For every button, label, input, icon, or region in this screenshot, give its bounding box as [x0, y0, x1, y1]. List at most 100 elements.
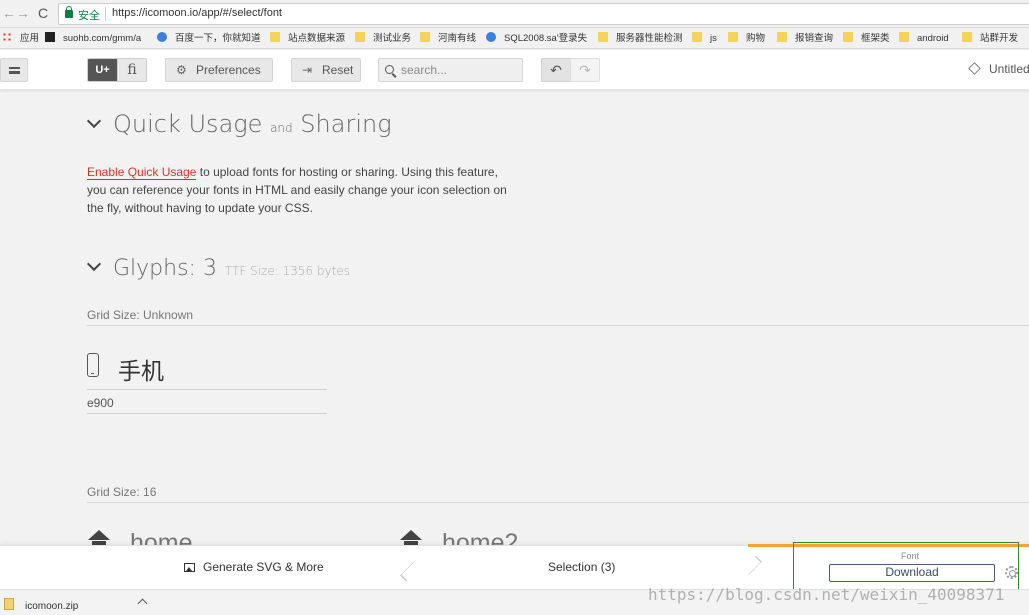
quick-usage-title-a: Quick Usage: [113, 110, 263, 138]
main-menu-button[interactable]: [0, 58, 28, 82]
bookmark-folder-5[interactable]: js: [692, 31, 717, 46]
preferences-label: Preferences: [196, 63, 261, 77]
main-content: Quick Usage and Sharing Enable Quick Usa…: [0, 91, 1029, 545]
reset-button[interactable]: ⇥ Reset: [291, 58, 361, 82]
folder-icon: [843, 32, 853, 42]
project-name: Untitled: [989, 62, 1029, 76]
folder-icon: [728, 32, 738, 42]
bookmark-label: 河南有线: [438, 33, 477, 44]
paw-icon: [157, 32, 167, 42]
bookmark-label: 框架类: [861, 33, 890, 44]
ligature-mode-button[interactable]: fi: [117, 58, 147, 82]
grid-divider: [87, 502, 1029, 503]
bookmark-label: 站群开发: [980, 33, 1019, 44]
gear-icon: ⚙: [176, 63, 187, 77]
chevron-right-icon[interactable]: [745, 554, 759, 582]
mobile-phone-icon: [87, 353, 99, 377]
bottom-bar: Generate SVG & More Selection (3) Font D…: [0, 542, 1029, 604]
search-icon: [385, 65, 394, 74]
bookmark-folder-3[interactable]: 河南有线: [420, 31, 476, 46]
chevron-up-icon[interactable]: [137, 598, 148, 609]
generate-label: Generate SVG & More: [203, 560, 324, 574]
bookmark-folder-9[interactable]: android: [899, 31, 949, 46]
bookmarks-bar: 应用 suohb.com/gmm/a 百度一下，你就知道 站点数据来源 测试业务…: [0, 28, 1029, 49]
unicode-mode-button[interactable]: U+: [87, 58, 118, 82]
generate-svg-button[interactable]: Generate SVG & More: [184, 560, 324, 574]
chevron-down-icon: [86, 256, 102, 272]
glyph-code[interactable]: e900: [87, 396, 114, 410]
quick-usage-title-b: Sharing: [300, 110, 392, 138]
secure-label: 安全: [78, 10, 100, 22]
glyphs-header[interactable]: Glyphs: 3 TTF Size: 1356 bytes: [86, 256, 351, 281]
bookmark-folder-2[interactable]: 测试业务: [355, 31, 411, 46]
bookmark-label: 报销查询: [795, 33, 834, 44]
glyph-divider: [87, 413, 327, 414]
bookmark-label: 测试业务: [373, 33, 412, 44]
reset-label: Reset: [322, 63, 354, 77]
bookmark-label: android: [917, 33, 949, 44]
project-menu[interactable]: Untitled: [968, 62, 1029, 76]
ttf-size: TTF Size: 1356 bytes: [224, 264, 351, 278]
bookmark-folder-7[interactable]: 报销查询: [777, 31, 833, 46]
zip-file-icon: [4, 598, 14, 610]
grid-size-label: Grid Size: 16: [87, 485, 157, 499]
lock-icon: [65, 6, 73, 18]
quick-usage-description: Enable Quick Usage to upload fonts for h…: [87, 163, 517, 217]
glyphs-title: Glyphs: 3: [113, 256, 217, 281]
folder-icon: [692, 32, 702, 42]
chevron-down-icon: [86, 113, 102, 129]
enable-quick-usage-link[interactable]: Enable Quick Usage: [87, 165, 197, 180]
address-bar: ← → C 安全 https://icomoon.io/app/#/select…: [0, 0, 1029, 28]
preferences-button[interactable]: ⚙ Preferences: [165, 58, 273, 82]
bookmark-sql[interactable]: SQL2008.sa'登录失: [486, 31, 587, 46]
bookmark-label: 服务器性能检测: [616, 33, 683, 44]
search-input[interactable]: [401, 61, 519, 79]
bookmark-label: js: [710, 33, 717, 44]
redo-button[interactable]: ↷: [570, 58, 600, 82]
folder-icon: [899, 32, 909, 42]
layers-icon: [968, 62, 981, 75]
folder-icon: [355, 32, 365, 42]
bookmark-folder-10[interactable]: 站群开发: [962, 31, 1018, 46]
bookmark-label: 百度一下，你就知道: [175, 33, 261, 44]
quick-usage-title-and: and: [270, 121, 293, 135]
selection-button[interactable]: Selection (3): [548, 560, 615, 574]
folder-icon: [777, 32, 787, 42]
folder-icon: [962, 32, 972, 42]
grid-divider: [87, 325, 1029, 326]
watermark: https://blog.csdn.net/weixin_40098371: [648, 585, 1005, 604]
bookmark-apps[interactable]: 应用: [2, 31, 39, 46]
site-icon: [45, 32, 55, 42]
folder-icon: [270, 32, 280, 42]
glyph-name: home: [130, 529, 193, 545]
bookmark-folder-1[interactable]: 站点数据来源: [270, 31, 345, 46]
glyph-divider: [87, 389, 327, 390]
app-toolbar: U+ fi ⚙ Preferences ⇥ Reset ↶ ↷ Untitled: [0, 50, 1029, 90]
url-divider: [105, 7, 106, 21]
forward-button[interactable]: →: [14, 4, 32, 22]
image-icon: [184, 563, 195, 572]
glyph-name: home2: [442, 529, 519, 545]
chevron-left-icon[interactable]: [402, 554, 416, 582]
bookmark-folder-4[interactable]: 服务器性能检测: [598, 31, 683, 46]
bookmark-folder-6[interactable]: 购物: [728, 31, 765, 46]
bookmark-label: 站点数据来源: [288, 33, 346, 44]
download-file-name[interactable]: icomoon.zip: [25, 601, 78, 612]
folder-icon: [598, 32, 608, 42]
bookmark-label: 应用: [20, 33, 40, 44]
glyph-name: 手机: [118, 358, 164, 384]
bookmark-suohb[interactable]: suohb.com/gmm/a: [45, 31, 141, 46]
url-field[interactable]: 安全 https://icomoon.io/app/#/select/font: [58, 3, 1029, 25]
reset-icon: ⇥: [302, 63, 313, 77]
grid-size-label: Grid Size: Unknown: [87, 308, 194, 322]
bookmark-baidu[interactable]: 百度一下，你就知道: [157, 31, 261, 46]
quick-usage-header[interactable]: Quick Usage and Sharing: [86, 110, 392, 138]
bookmark-label: SQL2008.sa'登录失: [504, 33, 588, 44]
undo-button[interactable]: ↶: [541, 58, 571, 82]
folder-icon: [420, 32, 430, 42]
paw-icon: [486, 32, 496, 42]
bookmark-folder-8[interactable]: 框架类: [843, 31, 890, 46]
search-box: [378, 58, 523, 82]
url-text[interactable]: https://icomoon.io/app/#/select/font: [112, 7, 282, 19]
reload-button[interactable]: C: [34, 4, 52, 22]
